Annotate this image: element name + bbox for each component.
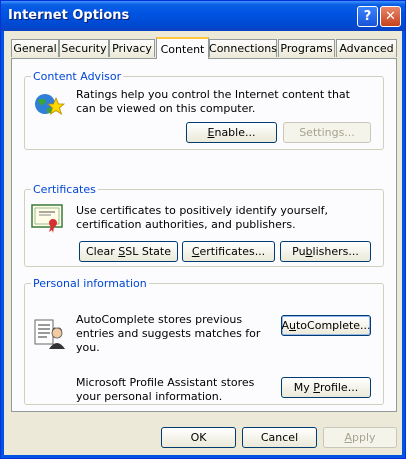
apply-button[interactable]: Apply	[323, 427, 397, 448]
settings-button[interactable]: Settings...	[283, 122, 371, 143]
tab-programs[interactable]: Programs	[278, 39, 335, 57]
autocomplete-mnemonic: u	[289, 319, 296, 332]
certificates-post: ertificates...	[199, 245, 266, 258]
publishers-mnemonic: b	[305, 245, 313, 258]
certificates-group: Certificates Use certificates to positiv…	[24, 183, 384, 267]
clear-ssl-pre: Clear	[86, 245, 119, 258]
tab-label: Content	[160, 42, 205, 56]
tab-label: General	[13, 42, 57, 55]
publishers-post: lishers...	[312, 245, 359, 258]
enable-button[interactable]: Enable...	[186, 122, 277, 143]
my-profile-button[interactable]: My Profile...	[281, 377, 371, 398]
tab-strip: General Security Privacy Content Connect…	[11, 37, 397, 59]
content-advisor-label: Content Advisor	[31, 70, 124, 83]
enable-label: nable...	[214, 126, 256, 139]
certificates-button[interactable]: Certificates...	[182, 241, 275, 262]
tab-label: Connections	[209, 42, 277, 55]
content-tab-panel: Content Advisor Ratings help you control…	[11, 58, 397, 412]
publishers-pre: Pu	[292, 245, 306, 258]
content-advisor-description: Ratings help you control the Internet co…	[76, 88, 350, 115]
profile-post: rofile...	[319, 381, 359, 394]
personal-information-group: Personal information AutoComplete stores…	[24, 277, 384, 405]
personal-information-label: Personal information	[31, 277, 149, 290]
content-advisor-group: Content Advisor Ratings help you control…	[24, 70, 384, 150]
tab-general[interactable]: General	[11, 39, 59, 57]
apply-mnemonic: A	[344, 431, 352, 444]
content-advisor-star-icon	[35, 94, 65, 115]
autocomplete-description: AutoComplete stores previous entries and…	[76, 313, 261, 354]
profile-mnemonic: P	[313, 381, 320, 394]
autocomplete-pre: A	[281, 319, 289, 332]
close-button[interactable]: ✕	[380, 6, 401, 27]
tab-content[interactable]: Content	[156, 37, 209, 59]
title-bar[interactable]: Internet Options ? ✕	[1, 1, 405, 31]
window-title: Internet Options	[8, 8, 130, 23]
certificate-icon	[31, 204, 63, 233]
autocomplete-button[interactable]: Au toComplete...	[281, 315, 371, 336]
apply-label: pply	[352, 431, 376, 444]
tab-advanced[interactable]: Advanced	[336, 39, 397, 57]
help-icon: ?	[363, 9, 372, 24]
tab-label: Programs	[280, 42, 333, 55]
profile-card-icon	[34, 319, 65, 349]
certificates-label: Certificates	[31, 183, 98, 196]
ok-label: OK	[190, 431, 207, 444]
clear-ssl-post: SL State	[125, 245, 171, 258]
tab-privacy[interactable]: Privacy	[109, 39, 155, 57]
tab-label: Advanced	[339, 42, 394, 55]
profile-assistant-description: Microsoft Profile Assistant stores your …	[76, 376, 255, 403]
tab-label: Security	[61, 42, 107, 55]
ok-button[interactable]: OK	[161, 427, 236, 448]
cancel-button[interactable]: Cancel	[242, 427, 317, 448]
close-icon: ✕	[385, 9, 396, 24]
help-button[interactable]: ?	[357, 6, 378, 27]
clear-ssl-mnemonic: S	[118, 245, 126, 258]
publishers-button[interactable]: Pu b lishers...	[280, 241, 371, 262]
profile-pre: My	[293, 381, 314, 394]
tab-connections[interactable]: Connections	[209, 39, 277, 57]
internet-options-window: Internet Options ? ✕ General Security Pr…	[0, 0, 406, 459]
certificates-mnemonic: C	[191, 245, 200, 258]
autocomplete-post: toComplete...	[295, 319, 371, 332]
cancel-label: Cancel	[260, 431, 299, 444]
tab-label: Privacy	[112, 42, 152, 55]
settings-label: Settings...	[299, 126, 355, 139]
dialog-client: General Security Privacy Content Connect…	[4, 31, 402, 455]
certificates-description: Use certificates to positively identify …	[76, 204, 329, 231]
tab-security[interactable]: Security	[59, 39, 109, 57]
enable-mnemonic: E	[207, 126, 215, 139]
clear-ssl-state-button[interactable]: Clear S SL State	[79, 241, 178, 262]
